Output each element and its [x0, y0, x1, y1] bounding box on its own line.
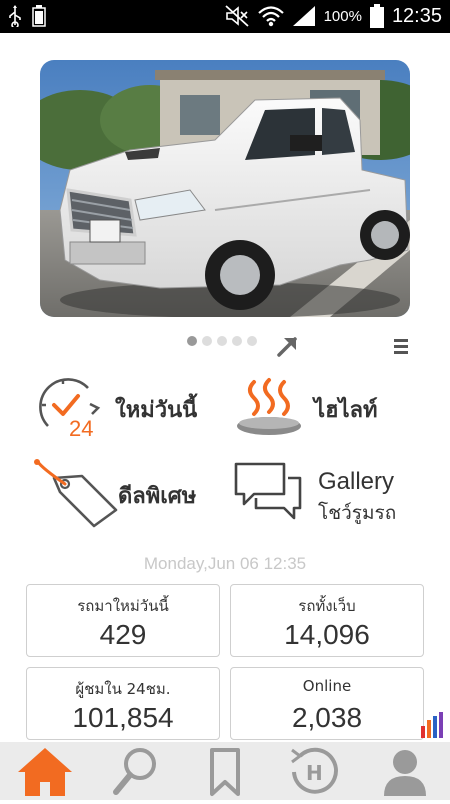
history-icon: H — [291, 747, 338, 794]
stat-value: 14,096 — [284, 619, 370, 650]
home-icon — [18, 748, 72, 796]
price-tag-icon — [34, 459, 118, 528]
signal-icon — [292, 6, 315, 26]
nav-home[interactable] — [0, 742, 90, 800]
expand-arrow-icon[interactable] — [275, 333, 301, 359]
carousel-dot[interactable] — [217, 336, 227, 346]
profile-icon — [384, 750, 426, 796]
stat-card-new-cars-today[interactable]: รถมาใหม่วันนี้ 429 — [26, 584, 220, 657]
stat-card-online[interactable]: Online 2,038 — [230, 667, 424, 740]
search-icon — [113, 748, 156, 795]
nav-history[interactable]: H — [270, 742, 360, 800]
carousel-dot[interactable] — [247, 336, 257, 346]
battery-icon — [369, 4, 384, 28]
stat-label: ผู้ชมใน 24ชม. — [75, 680, 171, 698]
tile-gallery-title: Gallery — [318, 468, 395, 495]
tile-special-deal-label: ดีลพิเศษ — [118, 484, 197, 509]
usb-icon — [9, 5, 21, 27]
mute-icon — [224, 5, 249, 27]
clock-24-icon: 24 — [39, 378, 101, 440]
carousel-dot[interactable] — [202, 336, 212, 346]
stat-label: รถมาใหม่วันนี้ — [77, 597, 169, 615]
status-bar: 100% 12:35 — [0, 0, 450, 33]
stat-value: 429 — [99, 619, 147, 650]
clock: 12:35 — [391, 4, 442, 27]
stat-value: 2,038 — [291, 702, 363, 733]
chat-bubbles-icon — [234, 462, 302, 520]
stat-card-total-cars[interactable]: รถทั้งเว็บ 14,096 — [230, 584, 424, 657]
last-updated-date: Monday,Jun 06 12:35 — [143, 554, 307, 573]
hero-carousel-image[interactable] — [40, 60, 410, 317]
battery-percent: 100% — [323, 7, 362, 25]
tile-gallery-subtitle: โชว์รูมรถ — [318, 502, 397, 524]
battery-small-icon — [32, 5, 46, 27]
carousel-dot[interactable] — [187, 336, 197, 346]
equalizer-icon — [421, 712, 443, 738]
bottom-navigation: H — [0, 742, 450, 800]
wifi-icon — [257, 6, 284, 27]
clock-badge-text: 24 — [69, 416, 93, 440]
stat-card-viewers-24h[interactable]: ผู้ชมใน 24ชม. 101,854 — [26, 667, 220, 740]
tile-highlight-label: ไฮไลท์ — [314, 398, 378, 423]
stat-label: รถทั้งเว็บ — [298, 597, 356, 615]
bookmark-icon — [210, 748, 240, 796]
carousel-page-indicator[interactable] — [187, 336, 257, 346]
stat-value: 101,854 — [72, 702, 174, 733]
carousel-dot[interactable] — [232, 336, 242, 346]
menu-icon[interactable] — [394, 338, 408, 354]
nav-search[interactable] — [90, 742, 180, 800]
hot-dish-icon — [237, 378, 301, 435]
svg-text:H: H — [306, 761, 323, 785]
nav-profile[interactable] — [360, 742, 450, 800]
nav-bookmark[interactable] — [180, 742, 270, 800]
stat-label: Online — [302, 677, 352, 695]
tile-new-today-label: ใหม่วันนี้ — [115, 398, 198, 423]
